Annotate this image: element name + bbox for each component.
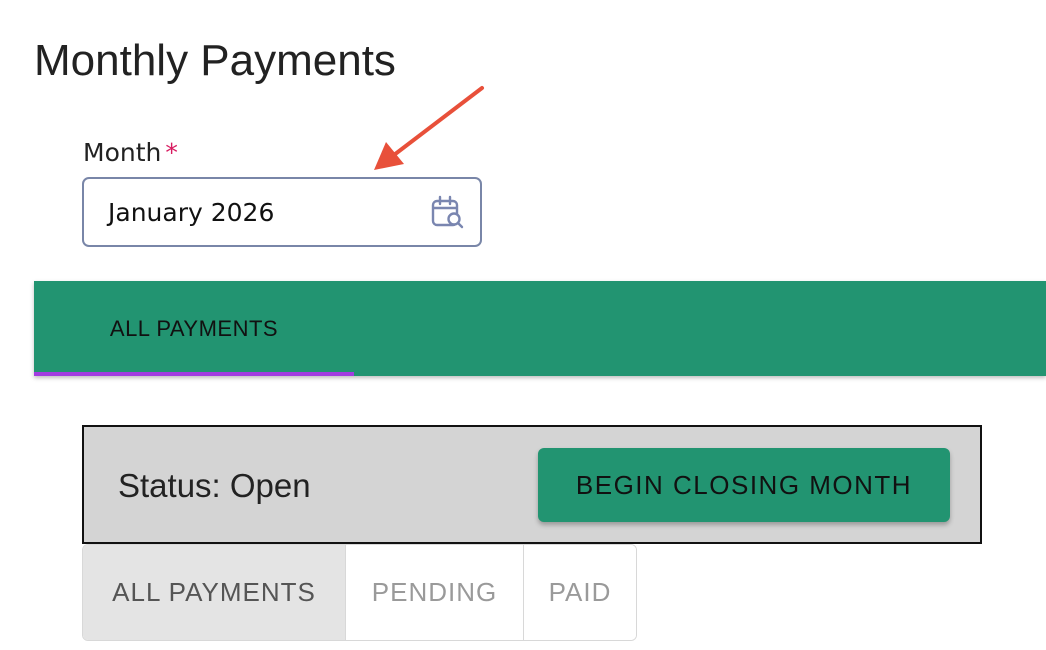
filter-pending-button[interactable]: PENDING — [346, 545, 524, 640]
required-asterisk: * — [165, 138, 178, 167]
filter-paid-button[interactable]: PAID — [524, 545, 636, 640]
tab-bar: ALL PAYMENTS — [34, 281, 1046, 376]
tab-all-payments[interactable]: ALL PAYMENTS — [34, 281, 354, 376]
tab-all-payments-label: ALL PAYMENTS — [109, 315, 279, 341]
month-label: Month * — [83, 138, 178, 167]
filter-all-payments-button[interactable]: ALL PAYMENTS — [83, 545, 346, 640]
calendar-search-icon[interactable] — [430, 195, 464, 229]
begin-closing-month-button[interactable]: BEGIN CLOSING MONTH — [538, 448, 950, 522]
month-value: January 2026 — [108, 197, 275, 227]
status-panel: Status: Open BEGIN CLOSING MONTH — [82, 425, 982, 544]
page: Monthly Payments Month * January 2026 ALL… — [0, 0, 1046, 650]
status-text: Status: Open — [118, 467, 311, 504]
payment-filter-group: ALL PAYMENTS PENDING PAID — [82, 544, 637, 641]
page-title: Monthly Payments — [34, 36, 396, 85]
red-arrow-icon — [374, 86, 484, 170]
month-picker-field[interactable]: January 2026 — [82, 177, 482, 247]
active-tab-indicator — [34, 372, 354, 376]
month-label-text: Month — [83, 138, 162, 167]
